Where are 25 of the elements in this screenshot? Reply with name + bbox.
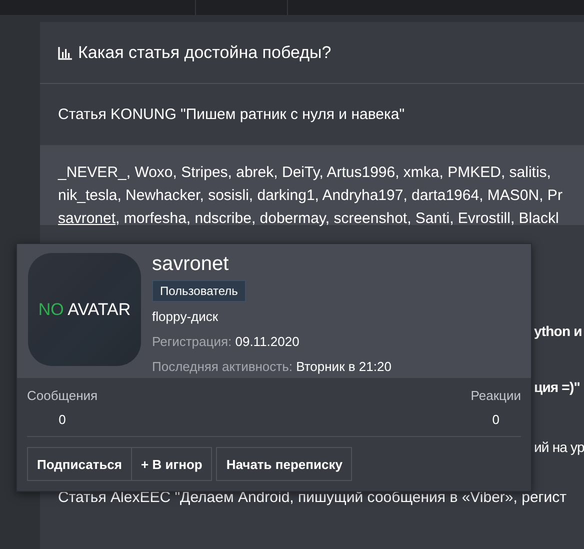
avatar-text: NO AVATAR xyxy=(38,300,131,320)
stat-value: 0 xyxy=(492,412,500,427)
stat-label: Сообщения xyxy=(27,388,98,403)
poll-option: Статья KONUNG "Пишем ратник с нуля и навека" xyxy=(58,106,405,123)
voter-names: _NEVER_, Woxo, Stripes, abrek, DeiTy, Artus1996, xmka, PMKED, salitis, xyxy=(58,163,551,183)
poll-option: ция =)" xyxy=(534,379,580,395)
fact-value: 09.11.2020 xyxy=(235,334,300,349)
poll-title: Какая статья достойна победы? xyxy=(58,42,332,62)
stat-value: 0 xyxy=(58,412,66,427)
action-button[interactable]: Подписаться xyxy=(27,447,132,481)
stat-label: Реакции xyxy=(470,388,521,403)
username: savronet xyxy=(152,252,230,276)
poll-option: ий на ур xyxy=(534,439,584,455)
user-title: floppy-диск xyxy=(152,309,220,324)
poll-option: ython и xyxy=(534,323,582,339)
action-button[interactable]: + В игнор xyxy=(132,447,212,481)
action-button[interactable]: Начать переписку xyxy=(216,447,352,481)
username-link[interactable]: savronet xyxy=(58,207,116,230)
fact-label: Последняя активность: xyxy=(152,359,292,374)
voter-names: nik_tesla, Newhacker, sosisli, darking1, Andryha197, darta1964, MAS0N, Pr xyxy=(58,186,562,206)
fact-label: Регистрация: xyxy=(152,334,232,349)
voter-names: , morfesha, ndscribe, dobermay, screenshot, Santi, Evrostill, Blackl xyxy=(116,209,559,229)
bar-chart-icon xyxy=(58,46,73,60)
user-role-badge: Пользователь xyxy=(152,280,246,302)
fact-value: Вторник в 21:20 xyxy=(296,359,392,374)
